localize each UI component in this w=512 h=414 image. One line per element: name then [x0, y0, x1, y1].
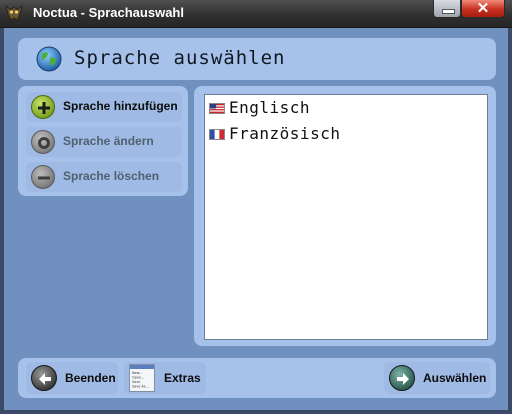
list-item[interactable]: Französisch: [209, 124, 479, 146]
owl-app-icon: [5, 4, 23, 21]
minimize-button[interactable]: [433, 0, 461, 18]
extras-menu-line: New...: [132, 371, 142, 375]
gear-icon: [31, 130, 55, 154]
sidebar-panel: Sprache hinzufügen Sprache ändern Sprach…: [18, 86, 188, 196]
change-language-button[interactable]: Sprache ändern: [26, 127, 182, 157]
language-name: Englisch: [229, 98, 311, 117]
us-flag-icon: [209, 103, 225, 114]
extras-menu-line: Open...: [132, 376, 144, 380]
exit-button[interactable]: Beenden: [26, 362, 118, 394]
window-titlebar: Noctua - Sprachauswahl ✕: [0, 0, 512, 28]
add-language-label: Sprache hinzufügen: [63, 99, 178, 113]
extras-label: Extras: [164, 371, 201, 385]
extras-menu-line: Save: [132, 380, 140, 384]
page-title: Sprache auswählen: [74, 47, 286, 69]
fr-flag-icon: [209, 129, 225, 140]
list-item[interactable]: Englisch: [209, 98, 479, 120]
window-title: Noctua - Sprachauswahl: [33, 5, 184, 20]
delete-language-label: Sprache löschen: [63, 169, 160, 183]
arrow-left-icon: [31, 365, 57, 391]
arrow-right-icon: [389, 365, 415, 391]
add-language-button[interactable]: Sprache hinzufügen: [26, 92, 182, 122]
footer-panel: Beenden New... Open... Save Save As... E…: [18, 358, 496, 398]
exit-label: Beenden: [65, 371, 116, 385]
close-button[interactable]: ✕: [461, 0, 505, 18]
window-body: Sprache auswählen Sprache hinzufügen Spr…: [0, 28, 512, 414]
extras-button[interactable]: New... Open... Save Save As... Extras: [124, 362, 206, 394]
language-name: Französisch: [229, 124, 341, 143]
plus-icon: [31, 95, 55, 119]
file-menu-icon: New... Open... Save Save As...: [129, 364, 155, 392]
select-label: Auswählen: [423, 371, 487, 385]
close-icon: ✕: [476, 0, 490, 17]
delete-language-button[interactable]: Sprache löschen: [26, 162, 182, 192]
language-list[interactable]: Englisch Französisch: [204, 94, 488, 340]
header-panel: Sprache auswählen: [18, 38, 496, 80]
globe-icon: [36, 46, 62, 72]
select-button[interactable]: Auswählen: [384, 362, 490, 394]
extras-menu-line: Save As...: [132, 385, 149, 389]
minus-icon: [31, 165, 55, 189]
change-language-label: Sprache ändern: [63, 134, 154, 148]
language-list-panel: Englisch Französisch: [194, 86, 496, 346]
